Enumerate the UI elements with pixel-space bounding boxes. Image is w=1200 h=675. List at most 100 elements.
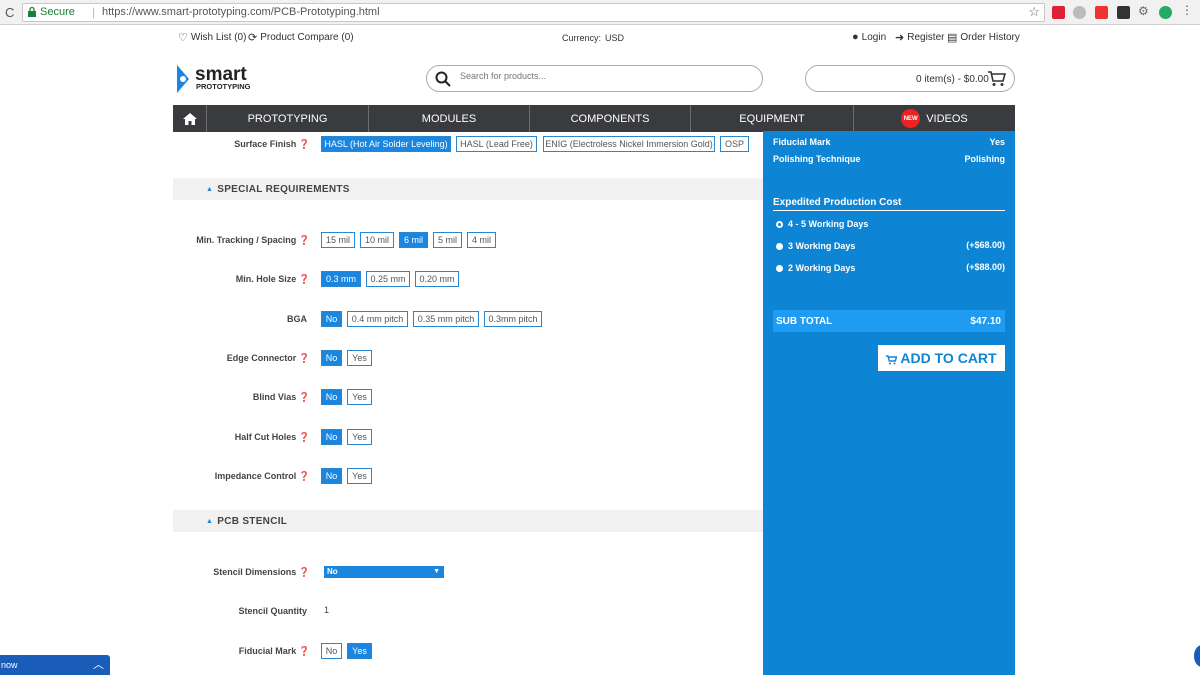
help-icon: ❓	[298, 353, 310, 363]
surface-finish-option[interactable]: HASL (Hot Air Solder Leveling)	[321, 136, 451, 152]
nav-item-modules[interactable]: MODULES	[369, 105, 530, 132]
blind-vias-label: Blind Vias ❓	[252, 392, 310, 402]
select-value: No	[327, 567, 338, 576]
stencil-quantity-label: Stencil Quantity	[238, 606, 307, 616]
bga-option[interactable]: 0.4 mm pitch	[347, 311, 408, 327]
nav-label: MODULES	[421, 112, 477, 125]
extension-icon-3[interactable]	[1095, 6, 1108, 19]
impedance-label: Impedance Control ❓	[214, 471, 310, 481]
pcb-stencil-header[interactable]: ▲ PCB STENCIL	[173, 510, 763, 532]
currency-selector[interactable]: Currency: USD	[562, 33, 624, 43]
cart-summary-button[interactable]: 0 item(s) - $0.00	[805, 65, 1015, 92]
gear-icon[interactable]: ⚙	[1138, 4, 1151, 18]
min-tracking-option[interactable]: 5 mil	[433, 232, 462, 248]
stencil-dimensions-select[interactable]: No ▼	[324, 566, 444, 578]
home-button[interactable]	[173, 105, 207, 132]
reload-icon[interactable]: C	[5, 5, 14, 20]
fiducial-yes[interactable]: Yes	[347, 643, 372, 659]
arrow-right-icon: ➜	[895, 32, 905, 44]
chevron-up-icon: ︿	[93, 659, 104, 671]
extension-icon-5[interactable]	[1159, 6, 1172, 19]
nav-item-components[interactable]: COMPONENTS	[530, 105, 691, 132]
min-hole-option[interactable]: 0.3 mm	[321, 271, 361, 287]
blind-vias-no[interactable]: No	[321, 389, 342, 405]
chat-widget-tab[interactable]: now ︿	[0, 655, 110, 675]
logo-sub-text: PROTOTYPING	[196, 82, 251, 91]
min-tracking-option[interactable]: 10 mil	[360, 232, 394, 248]
url-separator: |	[92, 5, 96, 19]
search-icon[interactable]	[435, 71, 451, 87]
stencil-dimensions-label: Stencil Dimensions ❓	[213, 567, 310, 577]
dropdown-arrow-icon: ▼	[433, 568, 440, 575]
chat-bubble-icon[interactable]	[1194, 645, 1200, 667]
min-tracking-option[interactable]: 15 mil	[321, 232, 355, 248]
login-link[interactable]: ● Login	[852, 31, 886, 43]
fiducial-mark-label: Fiducial Mark ❓	[238, 646, 310, 656]
min-tracking-option[interactable]: 4 mil	[467, 232, 496, 248]
edge-connector-yes[interactable]: Yes	[347, 350, 372, 366]
half-cut-no[interactable]: No	[321, 429, 342, 445]
surface-finish-option[interactable]: ENIG (Electroless Nickel Immersion Gold)	[543, 136, 715, 152]
nav-item-videos[interactable]: NEW VIDEOS	[854, 105, 1015, 132]
min-hole-label: Min. Hole Size ❓	[235, 274, 310, 284]
expedited-radio[interactable]	[776, 221, 783, 228]
extension-icon-1[interactable]	[1052, 6, 1065, 19]
summary-polishing-label: Polishing Technique	[773, 154, 861, 164]
menu-icon[interactable]: ⋮	[1181, 3, 1194, 17]
impedance-yes[interactable]: Yes	[347, 468, 372, 484]
wishlist-link[interactable]: ♡ Wish List (0)	[178, 31, 246, 44]
currency-value: USD	[605, 33, 625, 43]
impedance-no[interactable]: No	[321, 468, 342, 484]
register-link[interactable]: ➜ Register	[895, 31, 944, 44]
search-input[interactable]	[460, 71, 740, 81]
summary-polishing-value: Polishing	[964, 154, 1006, 164]
compare-link[interactable]: ⟳ Product Compare (0)	[248, 31, 354, 44]
extension-icon-4[interactable]	[1117, 6, 1130, 19]
nav-item-prototyping[interactable]: PROTOTYPING	[207, 105, 369, 132]
nav-item-equipment[interactable]: EQUIPMENT	[691, 105, 854, 132]
site-logo[interactable]: smart PROTOTYPING	[175, 63, 285, 97]
help-icon: ❓	[298, 471, 310, 481]
stencil-quantity-input[interactable]: 1	[324, 605, 329, 615]
half-cut-yes[interactable]: Yes	[347, 429, 372, 445]
bga-option[interactable]: 0.35 mm pitch	[413, 311, 479, 327]
min-hole-option[interactable]: 0.20 mm	[415, 271, 459, 287]
bga-option[interactable]: No	[321, 311, 342, 327]
half-cut-label: Half Cut Holes ❓	[234, 432, 310, 442]
add-to-cart-label: ADD TO CART	[900, 350, 997, 366]
browser-toolbar: C Secure | https://www.smart-prototyping…	[0, 0, 1200, 25]
section-title: PCB STENCIL	[217, 515, 288, 527]
expedited-option-price: (+$88.00)	[966, 262, 1005, 272]
help-icon: ❓	[298, 392, 310, 402]
document-icon: ▤	[947, 32, 958, 44]
add-to-cart-button[interactable]: ADD TO CART	[878, 345, 1005, 371]
address-bar[interactable]: Secure | https://www.smart-prototyping.c…	[22, 3, 1045, 22]
caret-up-icon: ▲	[206, 185, 214, 193]
section-title: SPECIAL REQUIREMENTS	[217, 183, 350, 195]
min-tracking-label: Min. Tracking / Spacing ❓	[196, 235, 310, 245]
order-history-link[interactable]: ▤ Order History	[947, 31, 1020, 44]
min-hole-option[interactable]: 0.25 mm	[366, 271, 410, 287]
extension-icon-2[interactable]	[1073, 6, 1086, 19]
expedited-title: Expedited Production Cost	[773, 197, 1005, 211]
edge-connector-label: Edge Connector ❓	[226, 353, 310, 363]
expedited-radio[interactable]	[776, 265, 783, 272]
special-requirements-header[interactable]: ▲ SPECIAL REQUIREMENTS	[173, 178, 763, 200]
edge-connector-no[interactable]: No	[321, 350, 342, 366]
surface-finish-option[interactable]: HASL (Lead Free)	[456, 136, 537, 152]
expedited-radio[interactable]	[776, 243, 783, 250]
blind-vias-yes[interactable]: Yes	[347, 389, 372, 405]
subtotal-bar: SUB TOTAL $47.10	[773, 310, 1005, 332]
logo-mark: smart PROTOTYPING	[177, 64, 251, 93]
bga-option[interactable]: 0.3mm pitch	[484, 311, 542, 327]
chat-widget-label: now	[1, 660, 18, 670]
min-tracking-option[interactable]: 6 mil	[399, 232, 428, 248]
new-badge: NEW	[901, 109, 921, 128]
subtotal-value: $47.10	[970, 315, 1001, 327]
surface-finish-option[interactable]: OSP	[720, 136, 749, 152]
help-icon: ❓	[298, 139, 310, 149]
url-text[interactable]: https://www.smart-prototyping.com/PCB-Pr…	[102, 6, 380, 18]
cart-icon	[988, 71, 1006, 86]
bookmark-star-icon[interactable]: ☆	[1028, 4, 1040, 20]
fiducial-no[interactable]: No	[321, 643, 342, 659]
